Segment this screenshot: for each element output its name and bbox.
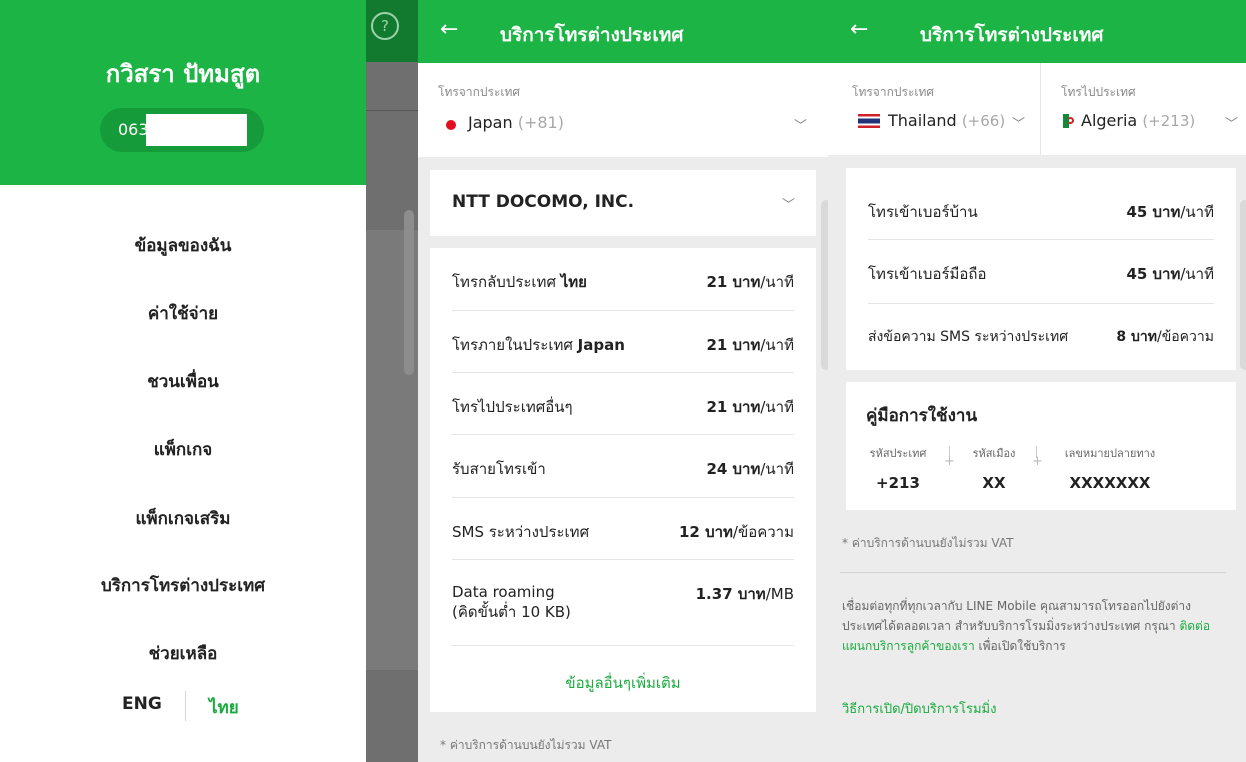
page-title: บริการโทรต่างประเทศ [920, 24, 1104, 46]
to-country-name: Algeria [1081, 111, 1138, 130]
rate-row-data-roaming: Data roaming (คิดขั้นต่ำ 10 KB) 1.37 บาท… [452, 560, 794, 646]
rates-card: โทรกลับประเทศ ไทย 21 บาท/นาที โทรภายในปร… [430, 248, 816, 712]
from-country-code: (+81) [517, 113, 564, 132]
section-divider [840, 572, 1226, 573]
rate-value: 24 บาท/นาที [706, 460, 794, 478]
from-country-code: (+66) [961, 112, 1006, 130]
thailand-flag-icon [858, 114, 880, 128]
page-title: บริการโทรต่างประเทศ [500, 24, 684, 46]
rate-label: โทรภายในประเทศ Japan [452, 336, 625, 354]
rate-value: 45 บาท/นาที [1126, 265, 1214, 283]
chevron-down-icon: ﹀ [1012, 117, 1026, 132]
to-country-label: โทรไปประเทศ [1061, 85, 1136, 99]
from-country-value: Japan (+81) [468, 113, 564, 132]
rate-label: ส่งข้อความ SMS ระหว่างประเทศ [868, 329, 1069, 345]
lang-eng-button[interactable]: ENG [122, 694, 162, 714]
to-country-code: (+213) [1142, 112, 1196, 130]
drawer-scrim[interactable]: ? [366, 0, 418, 762]
rate-value: 21 บาท/นาที [706, 398, 794, 416]
rate-row: ส่งข้อความ SMS ระหว่างประเทศ 8 บาท/ข้อคว… [868, 304, 1214, 364]
drawer-header: กวิสรา ปัทมสูต 063 [0, 0, 366, 185]
chevron-down-icon: ﹀ [794, 119, 808, 134]
roaming-toggle-guide-link[interactable]: วิธีการเปิด/ปิดบริการโรมมิ่ง [842, 698, 996, 719]
next-card-edge [1240, 200, 1246, 370]
phone-number-pill: 063 [100, 108, 264, 152]
vat-note: * ค่าบริการด้านบนยังไม่รวม VAT [440, 738, 612, 752]
from-country-name: Japan [468, 113, 513, 132]
phone-redaction-mask [146, 114, 247, 146]
carrier-name: NTT DOCOMO, INC. [452, 192, 635, 212]
app-bar: ← บริการโทรต่างประเทศ [418, 0, 828, 63]
rate-row: SMS ระหว่างประเทศ 12 บาท/ข้อความ [452, 498, 794, 560]
more-info-link[interactable]: ข้อมูลอื่นๆเพิ่มเติม [430, 671, 816, 695]
menu-item-invite-friends[interactable]: ชวนเพื่อน [0, 368, 366, 395]
guide-title: คู่มือการใช้งาน [866, 406, 978, 426]
to-country-value: Algeria (+213) [1081, 111, 1195, 130]
rate-row: โทรเข้าเบอร์มือถือ 45 บาท/นาที [868, 240, 1214, 304]
chevron-down-icon: ﹀ [1225, 117, 1239, 132]
japan-flag-icon [446, 120, 456, 130]
rate-row: โทรไปประเทศอื่นๆ 21 บาท/นาที [452, 373, 794, 435]
scrim-appbar: ? [366, 0, 418, 62]
carrier-selector[interactable]: NTT DOCOMO, INC. ﹀ [430, 170, 816, 236]
screen-thailand-algeria: ← บริการโทรต่างประเทศ โทรจากประเทศ Thail… [828, 0, 1246, 762]
from-country-name: Thailand [888, 111, 957, 130]
rate-label: รับสายโทรเข้า [452, 460, 546, 478]
user-name: กวิสรา ปัทมสูต [105, 60, 261, 88]
menu-item-international-call[interactable]: บริการโทรต่างประเทศ [0, 572, 366, 599]
rate-value: 8 บาท/ข้อความ [1116, 329, 1214, 345]
vat-note: * ค่าบริการด้านบนยังไม่รวม VAT [842, 536, 1014, 550]
from-country-label: โทรจากประเทศ [852, 85, 934, 99]
screen-japan: ← บริการโทรต่างประเทศ โทรจากประเทศ Japan… [418, 0, 831, 762]
menu-item-expenses[interactable]: ค่าใช้จ่าย [0, 300, 366, 327]
help-icon: ? [371, 12, 399, 40]
rate-value: 21 บาท/นาที [706, 336, 794, 354]
rate-row: โทรภายในประเทศ Japan 21 บาท/นาที [452, 311, 794, 373]
rates-card: โทรเข้าเบอร์บ้าน 45 บาท/นาที โทรเข้าเบอร… [846, 168, 1236, 370]
usage-guide-card: คู่มือการใช้งาน รหัสประเทศ +213 + รหัสเม… [846, 382, 1236, 510]
scrim-card-edge [404, 210, 414, 375]
lang-thai-button[interactable]: ไทย [209, 694, 239, 721]
roaming-info-paragraph: เชื่อมต่อทุกที่ทุกเวลากับ LINE Mobile คุ… [842, 599, 1211, 653]
from-country-label: โทรจากประเทศ [438, 85, 520, 99]
algeria-flag-icon [1063, 114, 1075, 128]
guide-city-code: รหัสเมือง XX [972, 447, 1016, 492]
lang-divider [185, 691, 186, 721]
from-country-selector[interactable]: โทรจากประเทศ Japan (+81) ﹀ [418, 63, 828, 157]
phone-prefix: 063 [118, 120, 149, 139]
rate-value: 45 บาท/นาที [1126, 203, 1214, 221]
from-country-value: Thailand (+66) [888, 111, 1005, 130]
back-arrow-icon[interactable]: ← [850, 17, 868, 42]
rate-label: Data roaming (คิดขั้นต่ำ 10 KB) [452, 583, 571, 621]
back-arrow-icon[interactable]: ← [440, 17, 458, 42]
rate-label: โทรไปประเทศอื่นๆ [452, 398, 573, 416]
navigation-drawer: กวิสรา ปัทมสูต 063 ข้อมูลของฉัน ค่าใช้จ่… [0, 0, 366, 762]
rate-label: โทรกลับประเทศ ไทย [452, 273, 587, 291]
plus-icon: + [944, 454, 955, 469]
plus-icon: + [1032, 454, 1043, 469]
rate-label: โทรเข้าเบอร์มือถือ [868, 265, 987, 283]
menu-item-addon-package[interactable]: แพ็กเกจเสริม [0, 505, 366, 532]
app-bar: ← บริการโทรต่างประเทศ [828, 0, 1246, 63]
scrim-divider [366, 110, 418, 111]
menu-item-package[interactable]: แพ็กเกจ [0, 436, 366, 463]
guide-destination-number: เลขหมายปลายทาง XXXXXXX [1064, 447, 1156, 492]
rate-row: โทรกลับประเทศ ไทย 21 บาท/นาที [452, 248, 794, 311]
chevron-down-icon: ﹀ [782, 198, 796, 213]
menu-item-my-info[interactable]: ข้อมูลของฉัน [0, 232, 366, 259]
rate-label: SMS ระหว่างประเทศ [452, 523, 590, 541]
from-country-selector[interactable]: โทรจากประเทศ Thailand (+66) ﹀ [828, 63, 1040, 155]
rate-value: 21 บาท/นาที [706, 273, 794, 291]
rate-value: 12 บาท/ข้อความ [678, 523, 794, 541]
menu-item-help[interactable]: ช่วยเหลือ [0, 640, 366, 667]
guide-country-code: รหัสประเทศ +213 [869, 447, 927, 492]
rate-row: รับสายโทรเข้า 24 บาท/นาที [452, 435, 794, 498]
rate-label: โทรเข้าเบอร์บ้าน [868, 203, 978, 221]
rate-row: โทรเข้าเบอร์บ้าน 45 บาท/นาที [868, 176, 1214, 240]
to-country-selector[interactable]: โทรไปประเทศ Algeria (+213) ﹀ [1041, 63, 1246, 155]
rate-value: 1.37 บาท/MB [695, 585, 794, 603]
